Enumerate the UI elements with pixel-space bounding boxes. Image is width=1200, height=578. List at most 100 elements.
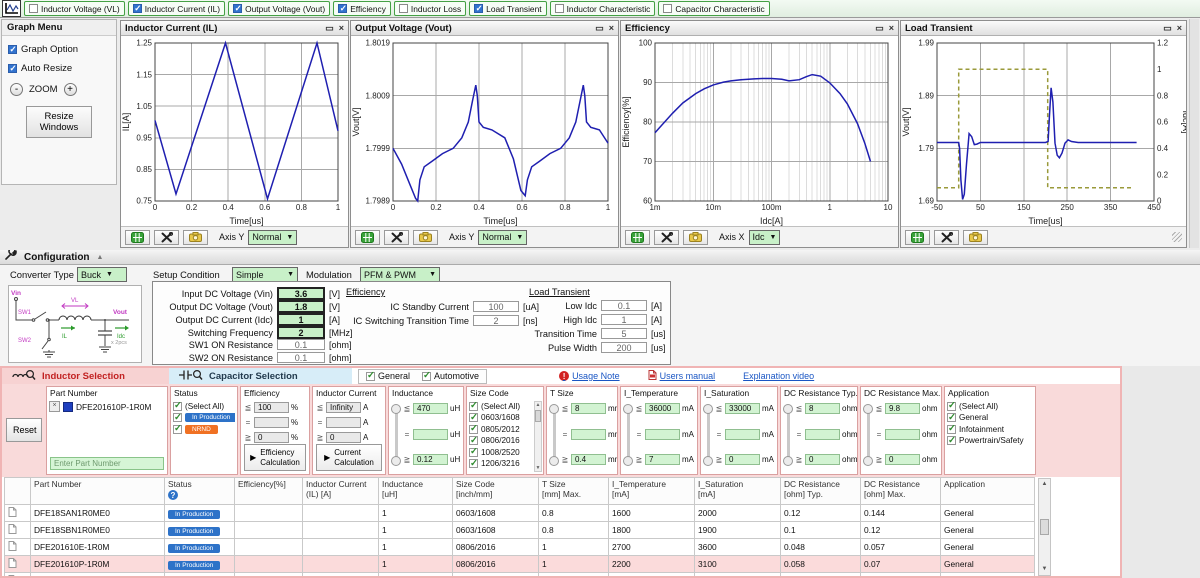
- checkbox[interactable]: [555, 4, 564, 13]
- setup-condition-select[interactable]: Simple▼: [232, 267, 298, 282]
- range-slider[interactable]: [391, 404, 402, 466]
- column-header-dc-resistance-ohm-typ[interactable]: DC Resistance[ohm] Typ.: [781, 478, 861, 505]
- checklist-item[interactable]: (Select All): [947, 402, 1033, 411]
- zoom-in-button[interactable]: +: [64, 83, 77, 96]
- checkbox-green[interactable]: [947, 436, 956, 445]
- checkbox-green[interactable]: [469, 436, 478, 445]
- filter-value-input[interactable]: 36000: [645, 403, 680, 414]
- field-value[interactable]: 0.1: [601, 300, 647, 311]
- checkbox[interactable]: [8, 64, 17, 73]
- range-slider[interactable]: [623, 404, 634, 466]
- maximize-icon[interactable]: ▭: [1163, 24, 1172, 33]
- filter-value-input[interactable]: 7: [645, 454, 680, 465]
- filter-value-input[interactable]: 0: [725, 454, 760, 465]
- field-value[interactable]: 2: [277, 326, 325, 339]
- explanation-video-link[interactable]: Explanation video: [743, 371, 814, 381]
- checkbox-green[interactable]: [947, 425, 956, 434]
- table-row-dfe18san1r0me0[interactable]: DFE18SAN1R0ME0In Production10603/16080.8…: [5, 505, 1035, 522]
- slider-knob-lower[interactable]: [863, 456, 873, 466]
- scroll-down-icon[interactable]: ▼: [1039, 564, 1050, 575]
- filter-value-input[interactable]: 0: [326, 432, 361, 443]
- close-icon[interactable]: ×: [889, 24, 894, 33]
- maximize-icon[interactable]: ▭: [595, 24, 604, 33]
- filter-value-input[interactable]: 0: [254, 432, 289, 443]
- filter-value-input[interactable]: [413, 429, 448, 440]
- filter-value-input[interactable]: [645, 429, 680, 440]
- checklist-item[interactable]: (Select All): [469, 402, 541, 411]
- field-value[interactable]: 1: [601, 314, 647, 325]
- checkbox-green[interactable]: [469, 413, 478, 422]
- checkbox-green[interactable]: [947, 402, 956, 411]
- axis-select[interactable]: Idc▼: [749, 230, 781, 245]
- collapse-icon[interactable]: ▲: [97, 254, 104, 261]
- axis-select[interactable]: Normal▼: [478, 230, 527, 245]
- tab-capacitor-selection[interactable]: Capacitor Selection: [169, 368, 352, 384]
- column-header-i-saturation-ma[interactable]: I_Saturation[mA]: [695, 478, 781, 505]
- graphs-scrollbar[interactable]: [1189, 19, 1199, 248]
- range-slider[interactable]: [549, 404, 560, 466]
- filter-value-input[interactable]: [805, 429, 840, 440]
- export-csv-button[interactable]: [125, 230, 150, 245]
- filter-value-input[interactable]: 8: [571, 403, 606, 414]
- slider-knob-lower[interactable]: [783, 456, 793, 466]
- table-row-dfe201610e-1r0m[interactable]: DFE201610E-1R0MIn Production10806/201612…: [5, 539, 1035, 556]
- cell-part-number[interactable]: DFE18SBN1R0ME0: [31, 522, 165, 539]
- table-row-dfe201610p-1r0m[interactable]: DFE201610P-1R0MIn Production10806/201612…: [5, 556, 1035, 573]
- field-value[interactable]: 0.1: [277, 352, 325, 363]
- checklist-item[interactable]: Powertrain/Safety: [947, 436, 1033, 445]
- scroll-thumb[interactable]: [535, 410, 541, 422]
- checkbox[interactable]: [366, 372, 375, 381]
- chart-settings-button[interactable]: [654, 230, 679, 245]
- cell-part-number[interactable]: 1286AS-H-1R0M: [31, 573, 165, 578]
- checkbox[interactable]: [338, 4, 347, 13]
- graph-toggle-inductor-characteristic[interactable]: Inductor Characteristic: [550, 1, 656, 16]
- column-header-size-code-inch-mm[interactable]: Size Code[inch/mm]: [453, 478, 539, 505]
- checklist-item[interactable]: 1206/3216: [469, 459, 541, 468]
- export-csv-button[interactable]: [625, 230, 650, 245]
- slider-knob-upper[interactable]: [391, 404, 401, 414]
- graph-toggle-load-transient[interactable]: Load Transient: [469, 1, 546, 16]
- cell-part-number[interactable]: DFE201610E-1R0M: [31, 539, 165, 556]
- snapshot-button[interactable]: [413, 230, 438, 245]
- checklist-item[interactable]: 0805/2012: [469, 425, 541, 434]
- checkbox[interactable]: [474, 4, 483, 13]
- status-filter-item[interactable]: In Production: [173, 413, 235, 422]
- checkbox-green[interactable]: [469, 402, 478, 411]
- column-header-efficiency[interactable]: Efficiency[%]: [235, 478, 303, 505]
- slider-knob-upper[interactable]: [703, 404, 713, 414]
- status-filter-item[interactable]: NRND: [173, 425, 235, 434]
- general-checkbox[interactable]: General: [366, 371, 410, 381]
- slider-knob-lower[interactable]: [549, 456, 559, 466]
- filter-value-input[interactable]: [725, 429, 760, 440]
- field-value[interactable]: 5: [601, 328, 647, 339]
- filter-value-input[interactable]: 9.8: [885, 403, 920, 414]
- checkbox-green[interactable]: [469, 459, 478, 468]
- inductor-current-calculation-button[interactable]: ▶CurrentCalculation: [316, 444, 382, 471]
- range-slider[interactable]: [703, 404, 714, 466]
- slider-knob-lower[interactable]: [391, 456, 401, 466]
- export-csv-button[interactable]: [355, 230, 380, 245]
- checkbox[interactable]: [133, 4, 142, 13]
- graph-toggle-output-voltage-vout[interactable]: Output Voltage (Vout): [228, 1, 330, 16]
- auto-resize-checkbox[interactable]: Auto Resize: [8, 63, 110, 74]
- checkbox[interactable]: [399, 4, 408, 13]
- column-header-part-number[interactable]: Part Number: [31, 478, 165, 505]
- scroll-down-icon[interactable]: ▼: [535, 465, 541, 471]
- field-value[interactable]: 200: [601, 342, 647, 353]
- scroll-thumb[interactable]: [1040, 519, 1049, 535]
- column-header-inductor-current-il-a[interactable]: Inductor Current(IL) [A]: [303, 478, 379, 505]
- graph-toggle-inductor-voltage-vl[interactable]: Inductor Voltage (VL): [24, 1, 125, 16]
- filter-value-input[interactable]: [571, 429, 606, 440]
- cell-part-number[interactable]: DFE201610P-1R0M: [31, 556, 165, 573]
- snapshot-button[interactable]: [963, 230, 988, 245]
- checkbox-green[interactable]: [173, 413, 182, 422]
- slider-knob-upper[interactable]: [623, 404, 633, 414]
- field-value[interactable]: 2: [473, 315, 519, 326]
- resize-handle[interactable]: [1172, 232, 1182, 242]
- graph-toggle-efficiency[interactable]: Efficiency: [333, 1, 391, 16]
- graph-toggle-inductor-loss[interactable]: Inductor Loss: [394, 1, 466, 16]
- close-icon[interactable]: ×: [339, 24, 344, 33]
- configuration-bar[interactable]: Configuration ▲: [0, 250, 1200, 265]
- checkbox-green[interactable]: [947, 413, 956, 422]
- list-scrollbar[interactable]: ▲▼: [534, 401, 542, 472]
